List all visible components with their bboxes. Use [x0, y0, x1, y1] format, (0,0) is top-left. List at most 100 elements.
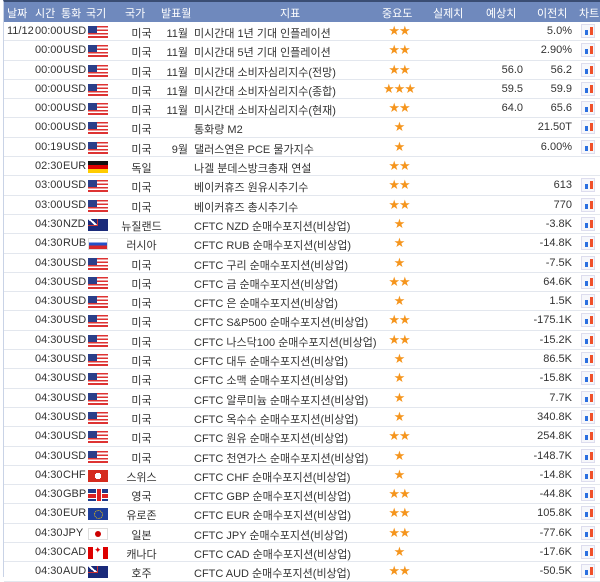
currency-cell: AUD: [63, 565, 87, 578]
candlestick-chart-icon[interactable]: [581, 120, 595, 135]
candlestick-chart-icon[interactable]: [581, 564, 595, 579]
table-row[interactable]: 04:30 USD 미국 CFTC S&P500 순매수포지션(비상업) ★★ -175.…: [4, 311, 600, 331]
indicator-cell[interactable]: CFTC NZD 순매수포지션(비상업): [194, 218, 350, 234]
indicator-cell[interactable]: 댈러스연은 PCE 물가지수: [194, 141, 314, 157]
currency-cell: EUR: [63, 160, 87, 173]
table-row[interactable]: 00:00 USD 미국 11월 미시간대 5년 기대 인플레이션 ★★ 2.90%: [4, 41, 600, 61]
table-row[interactable]: 04:30 USD 미국 CFTC 구리 순매수포지션(비상업) ★ -7.5K: [4, 254, 600, 273]
indicator-cell[interactable]: CFTC 은 순매수포지션(비상업): [194, 295, 338, 311]
candlestick-chart-icon[interactable]: [581, 216, 595, 231]
indicator-cell[interactable]: 미시간대 1년 기대 인플레이션: [194, 25, 331, 41]
indicator-cell[interactable]: CFTC CHF 순매수포지션(비상업): [194, 469, 350, 485]
candlestick-chart-icon[interactable]: [581, 467, 595, 482]
candlestick-chart-icon[interactable]: [581, 294, 595, 309]
table-row[interactable]: 04:30 RUB 러시아 CFTC RUB 순매수포지션(비상업) ★ -14.8K: [4, 234, 600, 254]
table-row[interactable]: 04:30 CHF 스위스 CFTC CHF 순매수포지션(비상업) ★ -14.8K: [4, 466, 600, 486]
indicator-cell[interactable]: CFTC RUB 순매수포지션(비상업): [194, 237, 351, 253]
indicator-cell[interactable]: 미시간대 소비자심리지수(전망): [194, 64, 336, 80]
candlestick-chart-icon[interactable]: [581, 101, 595, 116]
indicator-cell[interactable]: CFTC 옥수수 순매수포지션(비상업): [194, 411, 358, 427]
table-row[interactable]: 04:30 USD 미국 CFTC 금 순매수포지션(비상업) ★★ 64.6K: [4, 273, 600, 293]
candlestick-chart-icon[interactable]: [581, 390, 595, 405]
indicator-cell[interactable]: CFTC JPY 순매수포지션(비상업): [194, 527, 348, 543]
table-row[interactable]: 04:30 USD 미국 CFTC 소맥 순매수포지션(비상업) ★ -15.8K: [4, 369, 600, 389]
table-row[interactable]: 04:30 AUD 호주 CFTC AUD 순매수포지션(비상업) ★★ -50.5K: [4, 562, 600, 582]
candlestick-chart-icon[interactable]: [581, 545, 595, 560]
candlestick-chart-icon[interactable]: [581, 197, 595, 212]
candlestick-chart-icon[interactable]: [581, 139, 595, 154]
date-cell: 11/12: [7, 25, 34, 37]
candlestick-chart-icon[interactable]: [581, 178, 595, 193]
table-row[interactable]: 04:30 JPY 일본 CFTC JPY 순매수포지션(비상업) ★★ -77.6K: [4, 524, 600, 544]
table-row[interactable]: 03:00 USD 미국 베이커휴즈 원유시추기수 ★★ 613: [4, 176, 600, 196]
indicator-cell[interactable]: CFTC 구리 순매수포지션(비상업): [194, 257, 348, 273]
indicator-cell[interactable]: CFTC 원유 순매수포지션(비상업): [194, 430, 348, 446]
candlestick-chart-icon[interactable]: [581, 429, 595, 444]
indicator-cell[interactable]: CFTC EUR 순매수포지션(비상업): [194, 507, 351, 523]
month-cell: 11월: [166, 66, 188, 79]
candlestick-chart-icon[interactable]: [581, 255, 595, 270]
indicator-cell[interactable]: CFTC 천연가스 순매수포지션(비상업): [194, 450, 368, 466]
table-row[interactable]: 04:30 USD 미국 CFTC 대두 순매수포지션(비상업) ★ 86.5K: [4, 350, 600, 370]
importance-stars: ★★★: [383, 80, 416, 96]
table-row[interactable]: 00:19 USD 미국 9월 댈러스연은 PCE 물가지수 ★ 6.00%: [4, 138, 600, 158]
table-row[interactable]: 04:30 EUR 유로존 CFTC EUR 순매수포지션(비상업) ★★ 105.8K: [4, 504, 600, 524]
currency-cell: GBP: [63, 488, 87, 501]
indicator-cell[interactable]: CFTC 알루미늄 순매수포지션(비상업): [194, 392, 368, 408]
indicator-cell[interactable]: CFTC GBP 순매수포지션(비상업): [194, 488, 351, 504]
table-row[interactable]: 04:30 USD 미국 CFTC 천연가스 순매수포지션(비상업) ★ -148.7K: [4, 447, 600, 466]
candlestick-chart-icon[interactable]: [581, 352, 595, 367]
candlestick-chart-icon[interactable]: [581, 24, 595, 38]
candlestick-chart-icon[interactable]: [581, 236, 595, 251]
indicator-cell[interactable]: CFTC CAD 순매수포지션(비상업): [194, 546, 351, 562]
indicator-cell[interactable]: CFTC S&P500 순매수포지션(비상업): [194, 314, 368, 330]
flag-nz-icon: [88, 218, 108, 231]
previous-cell: 2.90%: [540, 44, 572, 57]
candlestick-chart-icon[interactable]: [581, 62, 595, 77]
table-row[interactable]: 00:00 USD 미국 11월 미시간대 소비자심리지수(종합) ★★★ 59.5 59.9: [4, 80, 600, 100]
indicator-cell[interactable]: CFTC AUD 순매수포지션(비상업): [194, 565, 350, 581]
table-row[interactable]: 00:00 USD 미국 11월 미시간대 소비자심리지수(현재) ★★ 64.0 65.6: [4, 99, 600, 119]
indicator-cell[interactable]: 통화량 M2: [194, 121, 243, 137]
indicator-cell[interactable]: 나겔 분데스방크총재 연설: [194, 160, 311, 176]
indicator-cell[interactable]: CFTC 나스닥100 순매수포지션(비상업): [194, 334, 377, 350]
indicator-cell[interactable]: 베이커휴즈 총시추기수: [194, 199, 298, 215]
indicator-cell[interactable]: 미시간대 5년 기대 인플레이션: [194, 44, 331, 60]
candlestick-chart-icon[interactable]: [581, 448, 595, 463]
indicator-cell[interactable]: 미시간대 소비자심리지수(현재): [194, 102, 336, 118]
previous-cell: -15.2K: [539, 333, 572, 346]
candlestick-chart-icon[interactable]: [581, 487, 595, 502]
candlestick-chart-icon[interactable]: [581, 43, 595, 58]
previous-cell: -44.8K: [539, 488, 572, 501]
table-row[interactable]: 04:30 USD 미국 CFTC 나스닥100 순매수포지션(비상업) ★★ -15.2…: [4, 331, 600, 351]
indicator-cell[interactable]: CFTC 소맥 순매수포지션(비상업): [194, 372, 348, 388]
candlestick-chart-icon[interactable]: [581, 332, 595, 347]
candlestick-chart-icon[interactable]: [581, 81, 595, 96]
time-cell: 04:30: [35, 546, 63, 559]
table-row[interactable]: 04:30 USD 미국 CFTC 알루미늄 순매수포지션(비상업) ★ 7.7K: [4, 389, 600, 408]
table-row[interactable]: 04:30 NZD 뉴질랜드 CFTC NZD 순매수포지션(비상업) ★ -3.8K: [4, 215, 600, 235]
indicator-cell[interactable]: CFTC 대두 순매수포지션(비상업): [194, 353, 348, 369]
candlestick-chart-icon[interactable]: [581, 371, 595, 386]
table-row[interactable]: 04:30 CAD 캐나다 CFTC CAD 순매수포지션(비상업) ★ -17.6K: [4, 543, 600, 563]
candlestick-chart-icon[interactable]: [581, 506, 595, 521]
table-row[interactable]: 04:30 USD 미국 CFTC 원유 순매수포지션(비상업) ★★ 254.8K: [4, 427, 600, 447]
table-row[interactable]: 00:00 USD 미국 11월 미시간대 소비자심리지수(전망) ★★ 56.0 56.2: [4, 61, 600, 80]
candlestick-chart-icon[interactable]: [581, 274, 595, 289]
country-cell: 캐나다: [126, 549, 157, 562]
candlestick-chart-icon[interactable]: [581, 409, 595, 424]
table-row[interactable]: 04:30 USD 미국 CFTC 옥수수 순매수포지션(비상업) ★ 340.8K: [4, 408, 600, 428]
candlestick-chart-icon[interactable]: [581, 313, 595, 328]
currency-cell: NZD: [63, 217, 86, 230]
table-row[interactable]: 04:30 USD 미국 CFTC 은 순매수포지션(비상업) ★ 1.5K: [4, 292, 600, 312]
indicator-cell[interactable]: 미시간대 소비자심리지수(종합): [194, 83, 336, 99]
table-row[interactable]: 11/12 00:00 USD 미국 11월 미시간대 1년 기대 인플레이션 ★★ 5.0%: [4, 22, 600, 42]
candlestick-chart-icon[interactable]: [581, 525, 595, 540]
indicator-cell[interactable]: CFTC 금 순매수포지션(비상업): [194, 276, 338, 292]
table-row[interactable]: 02:30 EUR 독일 나겔 분데스방크총재 연설 ★★: [4, 157, 600, 177]
flag-us-icon: [88, 431, 108, 444]
table-row[interactable]: 00:00 USD 미국 통화량 M2 ★ 21.50T: [4, 118, 600, 138]
table-row[interactable]: 03:00 USD 미국 베이커휴즈 총시추기수 ★★ 770: [4, 196, 600, 215]
indicator-cell[interactable]: 베이커휴즈 원유시추기수: [194, 179, 308, 195]
table-row[interactable]: 04:30 GBP 영국 CFTC GBP 순매수포지션(비상업) ★★ -44.8K: [4, 485, 600, 505]
